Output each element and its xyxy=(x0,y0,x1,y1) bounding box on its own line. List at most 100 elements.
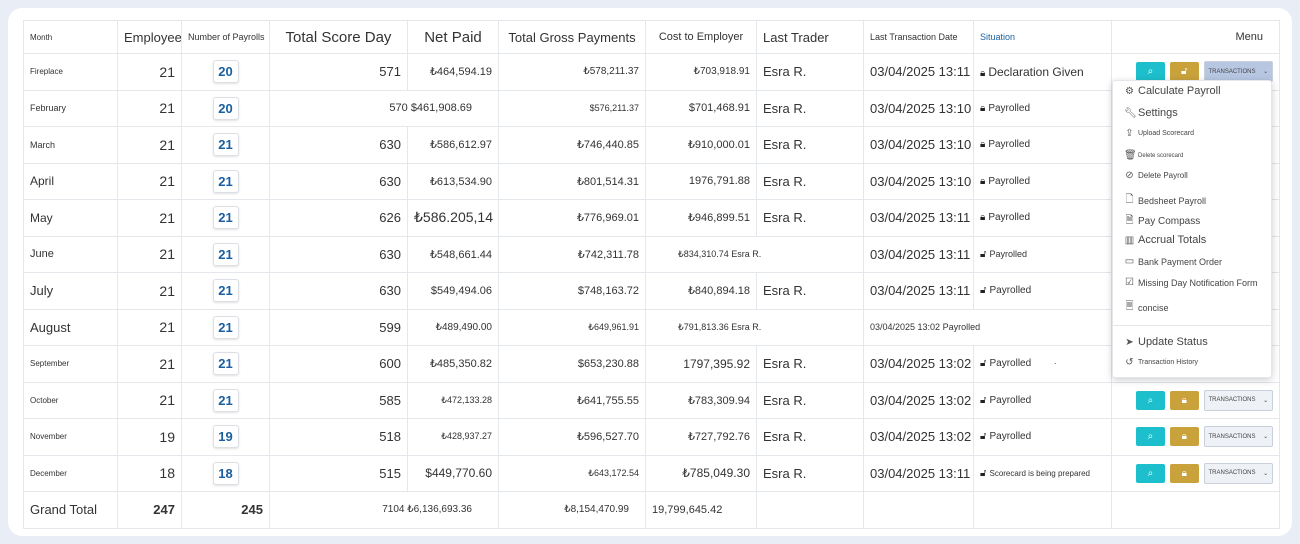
payroll-count-badge[interactable]: 21 xyxy=(212,133,239,157)
cost-trader-cell: ₺834,310.74 Esra R. xyxy=(645,235,864,273)
dot-text: . xyxy=(1054,356,1057,366)
transactions-button[interactable]: TRANSACTIONS ⌄ xyxy=(1203,462,1273,484)
status-text: Payrolled xyxy=(988,175,1031,187)
menu-pay-compass[interactable]: 🗎 Pay Compass xyxy=(1124,213,1200,230)
view-button[interactable]: ⌕ xyxy=(1136,427,1165,447)
menu-bank-payment-order[interactable]: ▭ Bank Payment Order xyxy=(1124,256,1222,267)
menu-update-status[interactable]: ➤ Update Status xyxy=(1124,336,1207,348)
trader-cell: Esra R. xyxy=(756,381,864,419)
payroll-count-badge[interactable]: 21 xyxy=(212,388,239,412)
menu-settings[interactable]: 🔧︎ Settings xyxy=(1124,107,1178,119)
payroll-count-badge[interactable]: 20 xyxy=(212,60,239,84)
month-cell: November xyxy=(23,418,118,456)
unlock-icon: 🔓︎ xyxy=(980,248,987,260)
menu-bedsheet-payroll[interactable]: 🗋 Bedsheet Payroll xyxy=(1124,192,1206,209)
upload-icon: ⇪ xyxy=(1125,128,1134,139)
score-cell: 600 xyxy=(269,345,408,383)
month-cell: Fireplace xyxy=(23,53,118,91)
menu-delete-payroll[interactable]: ⊘ Delete Payroll xyxy=(1124,170,1188,181)
date-cell: 03/04/2025 13:11 xyxy=(863,53,974,91)
lock-toggle-button[interactable]: 🔒︎ xyxy=(1169,390,1199,410)
menu-accrual-totals[interactable]: ▥ Accrual Totals xyxy=(1124,234,1207,246)
transactions-button[interactable]: TRANSACTIONS ⌄ xyxy=(1203,389,1273,411)
menu-label: Calculate Payroll xyxy=(1138,85,1221,97)
view-button[interactable]: ⌕ xyxy=(1136,463,1165,483)
trader-cell: Esra R. xyxy=(756,272,864,310)
payroll-count-badge[interactable]: 21 xyxy=(212,169,239,193)
lock-toggle-button[interactable]: 🔓︎ xyxy=(1169,62,1199,82)
history-icon: ↺ xyxy=(1125,357,1134,368)
payroll-count-badge[interactable]: 21 xyxy=(212,242,239,266)
menu-transaction-history[interactable]: ↺ Transaction History xyxy=(1124,357,1198,368)
status-text: Payrolled xyxy=(989,248,1028,259)
col-total-gross[interactable]: Total Gross Payments xyxy=(498,20,646,54)
cost-cell: ₺783,309.94 xyxy=(645,381,757,419)
gross-cell: ₺578,211.37 xyxy=(498,53,646,91)
col-situation[interactable]: Situation xyxy=(973,20,1112,54)
col-last-trader[interactable]: Last Trader xyxy=(756,20,864,54)
transactions-button[interactable]: TRANSACTIONS ⌄ xyxy=(1203,426,1273,448)
date-cell: 03/04/2025 13:10 xyxy=(863,162,974,200)
file-icon: 🗋 xyxy=(1125,194,1134,205)
gross-cell: ₺643,172.54 xyxy=(498,454,646,492)
lock-toggle-button[interactable]: 🔒︎ xyxy=(1169,463,1199,483)
file-pdf-icon: 🗎 xyxy=(1125,215,1134,226)
col-last-tx-date[interactable]: Last Transaction Date xyxy=(863,20,974,54)
total-gross: ₺8,154,470.99 xyxy=(498,491,646,529)
col-cost-employer[interactable]: Cost to Employer xyxy=(645,20,757,54)
col-total-score-day[interactable]: Total Score Day xyxy=(269,20,408,54)
search-icon: ⌕ xyxy=(1147,394,1154,406)
payroll-count-badge[interactable]: 21 xyxy=(212,315,239,339)
date-status-cell: 03/04/2025 13:02 Payrolled xyxy=(863,308,1112,346)
status-text: Payrolled xyxy=(988,212,1031,224)
menu-calculate-payroll[interactable]: ⚙ Calculate Payroll xyxy=(1124,85,1221,97)
month-cell: October xyxy=(23,381,118,419)
status-text: Scorecard is being prepared xyxy=(989,468,1090,478)
lock-icon: 🔒︎ xyxy=(980,102,986,114)
col-net-paid[interactable]: Net Paid xyxy=(407,20,499,54)
employee-cell: 21 xyxy=(117,126,182,164)
menu-label: Upload Scorecard xyxy=(1138,130,1195,137)
score-cell: 630 xyxy=(269,162,408,200)
payroll-count-badge[interactable]: 18 xyxy=(212,461,239,485)
unlock-icon: 🔓︎ xyxy=(980,394,987,406)
cost-cell: ₺727,792.76 xyxy=(645,418,757,456)
gross-cell: $748,163.72 xyxy=(498,272,646,310)
month-cell: July xyxy=(23,272,118,310)
table-row: Fireplace 21 20 571 ₺464,594.19 ₺578,211… xyxy=(23,53,1280,91)
employee-cell: 18 xyxy=(117,454,182,492)
unlock-icon: 🔓︎ xyxy=(980,285,987,297)
gross-cell: ₺801,514.31 xyxy=(498,162,646,200)
view-button[interactable]: ⌕ xyxy=(1136,390,1165,410)
view-button[interactable]: ⌕ xyxy=(1136,62,1165,82)
gross-cell: ₺746,440.85 xyxy=(498,126,646,164)
menu-delete-scorecard[interactable]: 🗑︎ Delete scorecard xyxy=(1124,150,1183,161)
lock-icon: 🔒︎ xyxy=(1181,467,1187,479)
col-employee[interactable]: Employee xyxy=(117,20,182,54)
menu-concise[interactable]: 🗏 concise xyxy=(1124,299,1168,316)
search-icon: ⌕ xyxy=(1147,66,1154,78)
trader-cell: Esra R. xyxy=(756,199,864,237)
menu-missing-day-form[interactable]: ☑ Missing Day Notification Form xyxy=(1124,277,1258,288)
date-cell: 03/04/2025 13:11 xyxy=(863,199,974,237)
gross-cell: ₺596,527.70 xyxy=(498,418,646,456)
gross-cell: ₺649,961.91 xyxy=(498,308,646,346)
date-cell: 03/04/2025 13:11 xyxy=(863,454,974,492)
col-num-payrolls[interactable]: Number of Payrolls xyxy=(181,20,270,54)
payroll-count-badge[interactable]: 21 xyxy=(212,206,239,230)
payroll-count-badge[interactable]: 20 xyxy=(212,96,239,120)
lock-icon: 🔒︎ xyxy=(980,139,986,151)
header-row: Month Employee Number of Payrolls Total … xyxy=(23,20,1280,54)
lock-toggle-button[interactable]: 🔒︎ xyxy=(1169,427,1199,447)
table-row: November 19 19 518 ₺428,937.27 ₺596,527.… xyxy=(23,418,1280,456)
payroll-count-badge[interactable]: 21 xyxy=(212,352,239,376)
col-month[interactable]: Month xyxy=(23,20,118,54)
date-cell: 03/04/2025 13:10 xyxy=(863,89,974,127)
payroll-count-badge[interactable]: 19 xyxy=(212,425,239,449)
date-cell: 03/04/2025 13:11 xyxy=(863,272,974,310)
table-row: April 21 21 630 ₺613,534.90 ₺801,514.31 … xyxy=(23,162,1280,200)
payroll-count-badge[interactable]: 21 xyxy=(212,279,239,303)
menu-upload-scorecard[interactable]: ⇪ Upload Scorecard xyxy=(1124,128,1194,139)
gross-cell: ₺742,311.78 xyxy=(498,235,646,273)
cost-cell: ₺910,000.01 xyxy=(645,126,757,164)
